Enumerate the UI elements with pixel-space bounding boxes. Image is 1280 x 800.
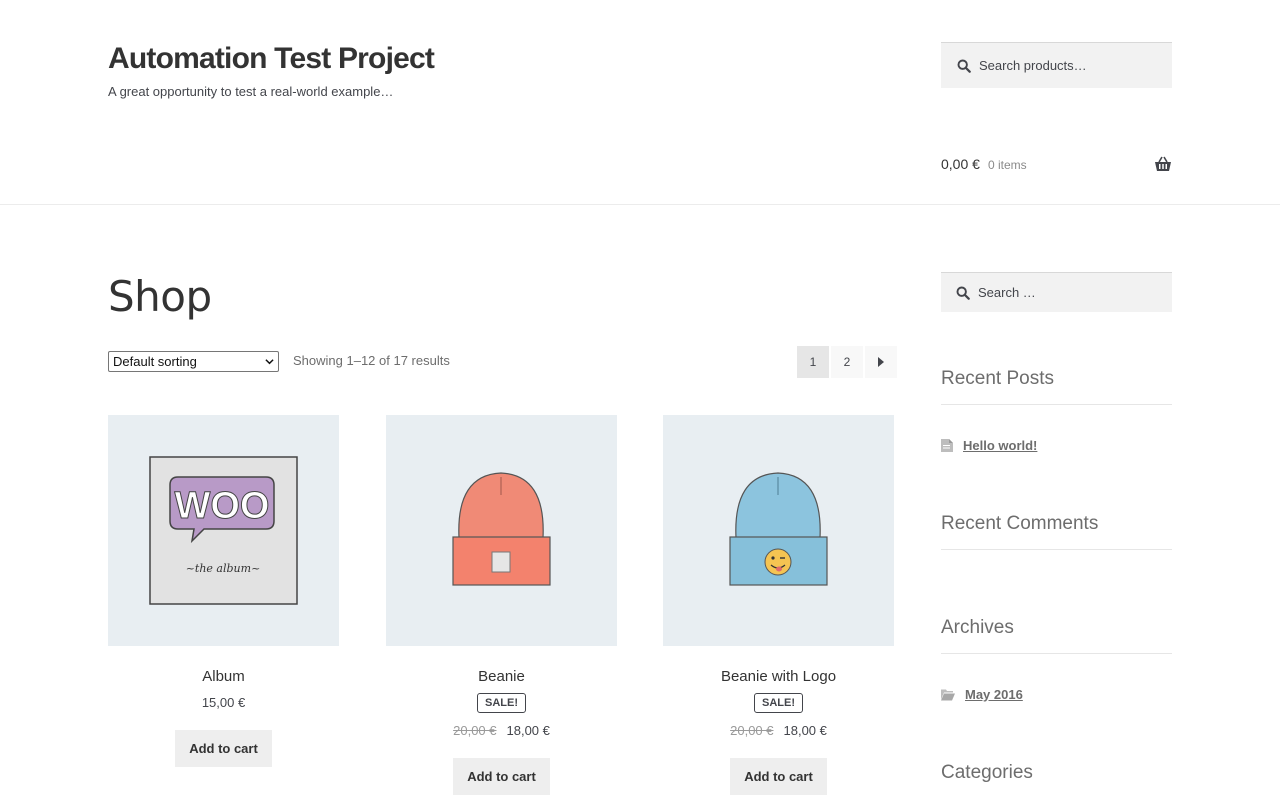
- recent-posts-title: Recent Posts: [941, 368, 1172, 405]
- archives-title: Archives: [941, 617, 1172, 654]
- site-title[interactable]: Automation Test Project: [108, 42, 435, 76]
- sale-badge: SALE!: [477, 693, 526, 713]
- old-price: 20,00 €: [453, 723, 497, 738]
- next-page-button[interactable]: [865, 346, 897, 378]
- product-price: 15,00 €: [201, 695, 246, 710]
- product-card: Beanie SALE! 20,00 € 18,00 € Add to cart: [386, 415, 617, 795]
- categories-title: Categories: [941, 762, 1033, 783]
- product-price: 18,00 €: [783, 723, 827, 738]
- search-icon: [957, 59, 971, 73]
- document-icon: [941, 439, 953, 452]
- result-count: Showing 1–12 of 17 results: [293, 353, 450, 368]
- recent-post-link[interactable]: Hello world!: [963, 438, 1037, 453]
- sale-badge: SALE!: [754, 693, 803, 713]
- add-to-cart-button[interactable]: Add to cart: [453, 758, 550, 795]
- product-search-input[interactable]: Search products…: [941, 42, 1172, 88]
- search-placeholder: Search products…: [979, 58, 1087, 73]
- sort-selected-value: Default sorting: [113, 354, 197, 369]
- page-1-button[interactable]: 1: [797, 346, 829, 378]
- pagination: 1 2: [797, 346, 897, 378]
- recent-post-item: Hello world!: [941, 438, 1037, 453]
- site-header: Automation Test Project A great opportun…: [0, 0, 1280, 205]
- old-price: 20,00 €: [730, 723, 774, 738]
- basket-icon[interactable]: [1154, 156, 1172, 172]
- search-icon: [956, 286, 970, 300]
- add-to-cart-button[interactable]: Add to cart: [730, 758, 827, 795]
- search-placeholder: Search …: [978, 285, 1036, 300]
- chevron-down-icon: [265, 359, 274, 365]
- beanie-image[interactable]: [386, 415, 617, 646]
- product-name[interactable]: Beanie: [386, 668, 617, 685]
- cart-amount: 0,00 €: [941, 156, 980, 172]
- album-image[interactable]: WOO ~the album~: [108, 415, 339, 646]
- product-card: WOO ~the album~ Album 15,00 € Add to car…: [108, 415, 339, 767]
- sort-select[interactable]: Default sorting: [108, 351, 279, 372]
- beanie-with-logo-image[interactable]: [663, 415, 894, 646]
- archive-item: May 2016: [941, 687, 1023, 702]
- recent-comments-title: Recent Comments: [941, 513, 1172, 550]
- site-description: A great opportunity to test a real-world…: [108, 84, 394, 99]
- folder-open-icon: [941, 689, 955, 701]
- caret-right-icon: [878, 357, 884, 367]
- cart-count: 0 items: [988, 158, 1027, 172]
- page-2-button[interactable]: 2: [831, 346, 863, 378]
- header-cart[interactable]: 0,00 € 0 items: [941, 154, 1172, 176]
- product-name[interactable]: Album: [108, 668, 339, 685]
- add-to-cart-button[interactable]: Add to cart: [175, 730, 272, 767]
- product-card: Beanie with Logo SALE! 20,00 € 18,00 € Ad…: [663, 415, 894, 795]
- page-title: Shop: [108, 272, 212, 321]
- archive-link[interactable]: May 2016: [965, 687, 1023, 702]
- svg-text:WOO: WOO: [175, 485, 270, 527]
- product-price-line: 20,00 € 18,00 €: [663, 723, 894, 738]
- svg-text:~the album~: ~the album~: [186, 562, 261, 575]
- sidebar-search-input[interactable]: Search …: [941, 272, 1172, 312]
- product-price: 18,00 €: [506, 723, 550, 738]
- product-name[interactable]: Beanie with Logo: [663, 668, 894, 685]
- product-price-line: 20,00 € 18,00 €: [386, 723, 617, 738]
